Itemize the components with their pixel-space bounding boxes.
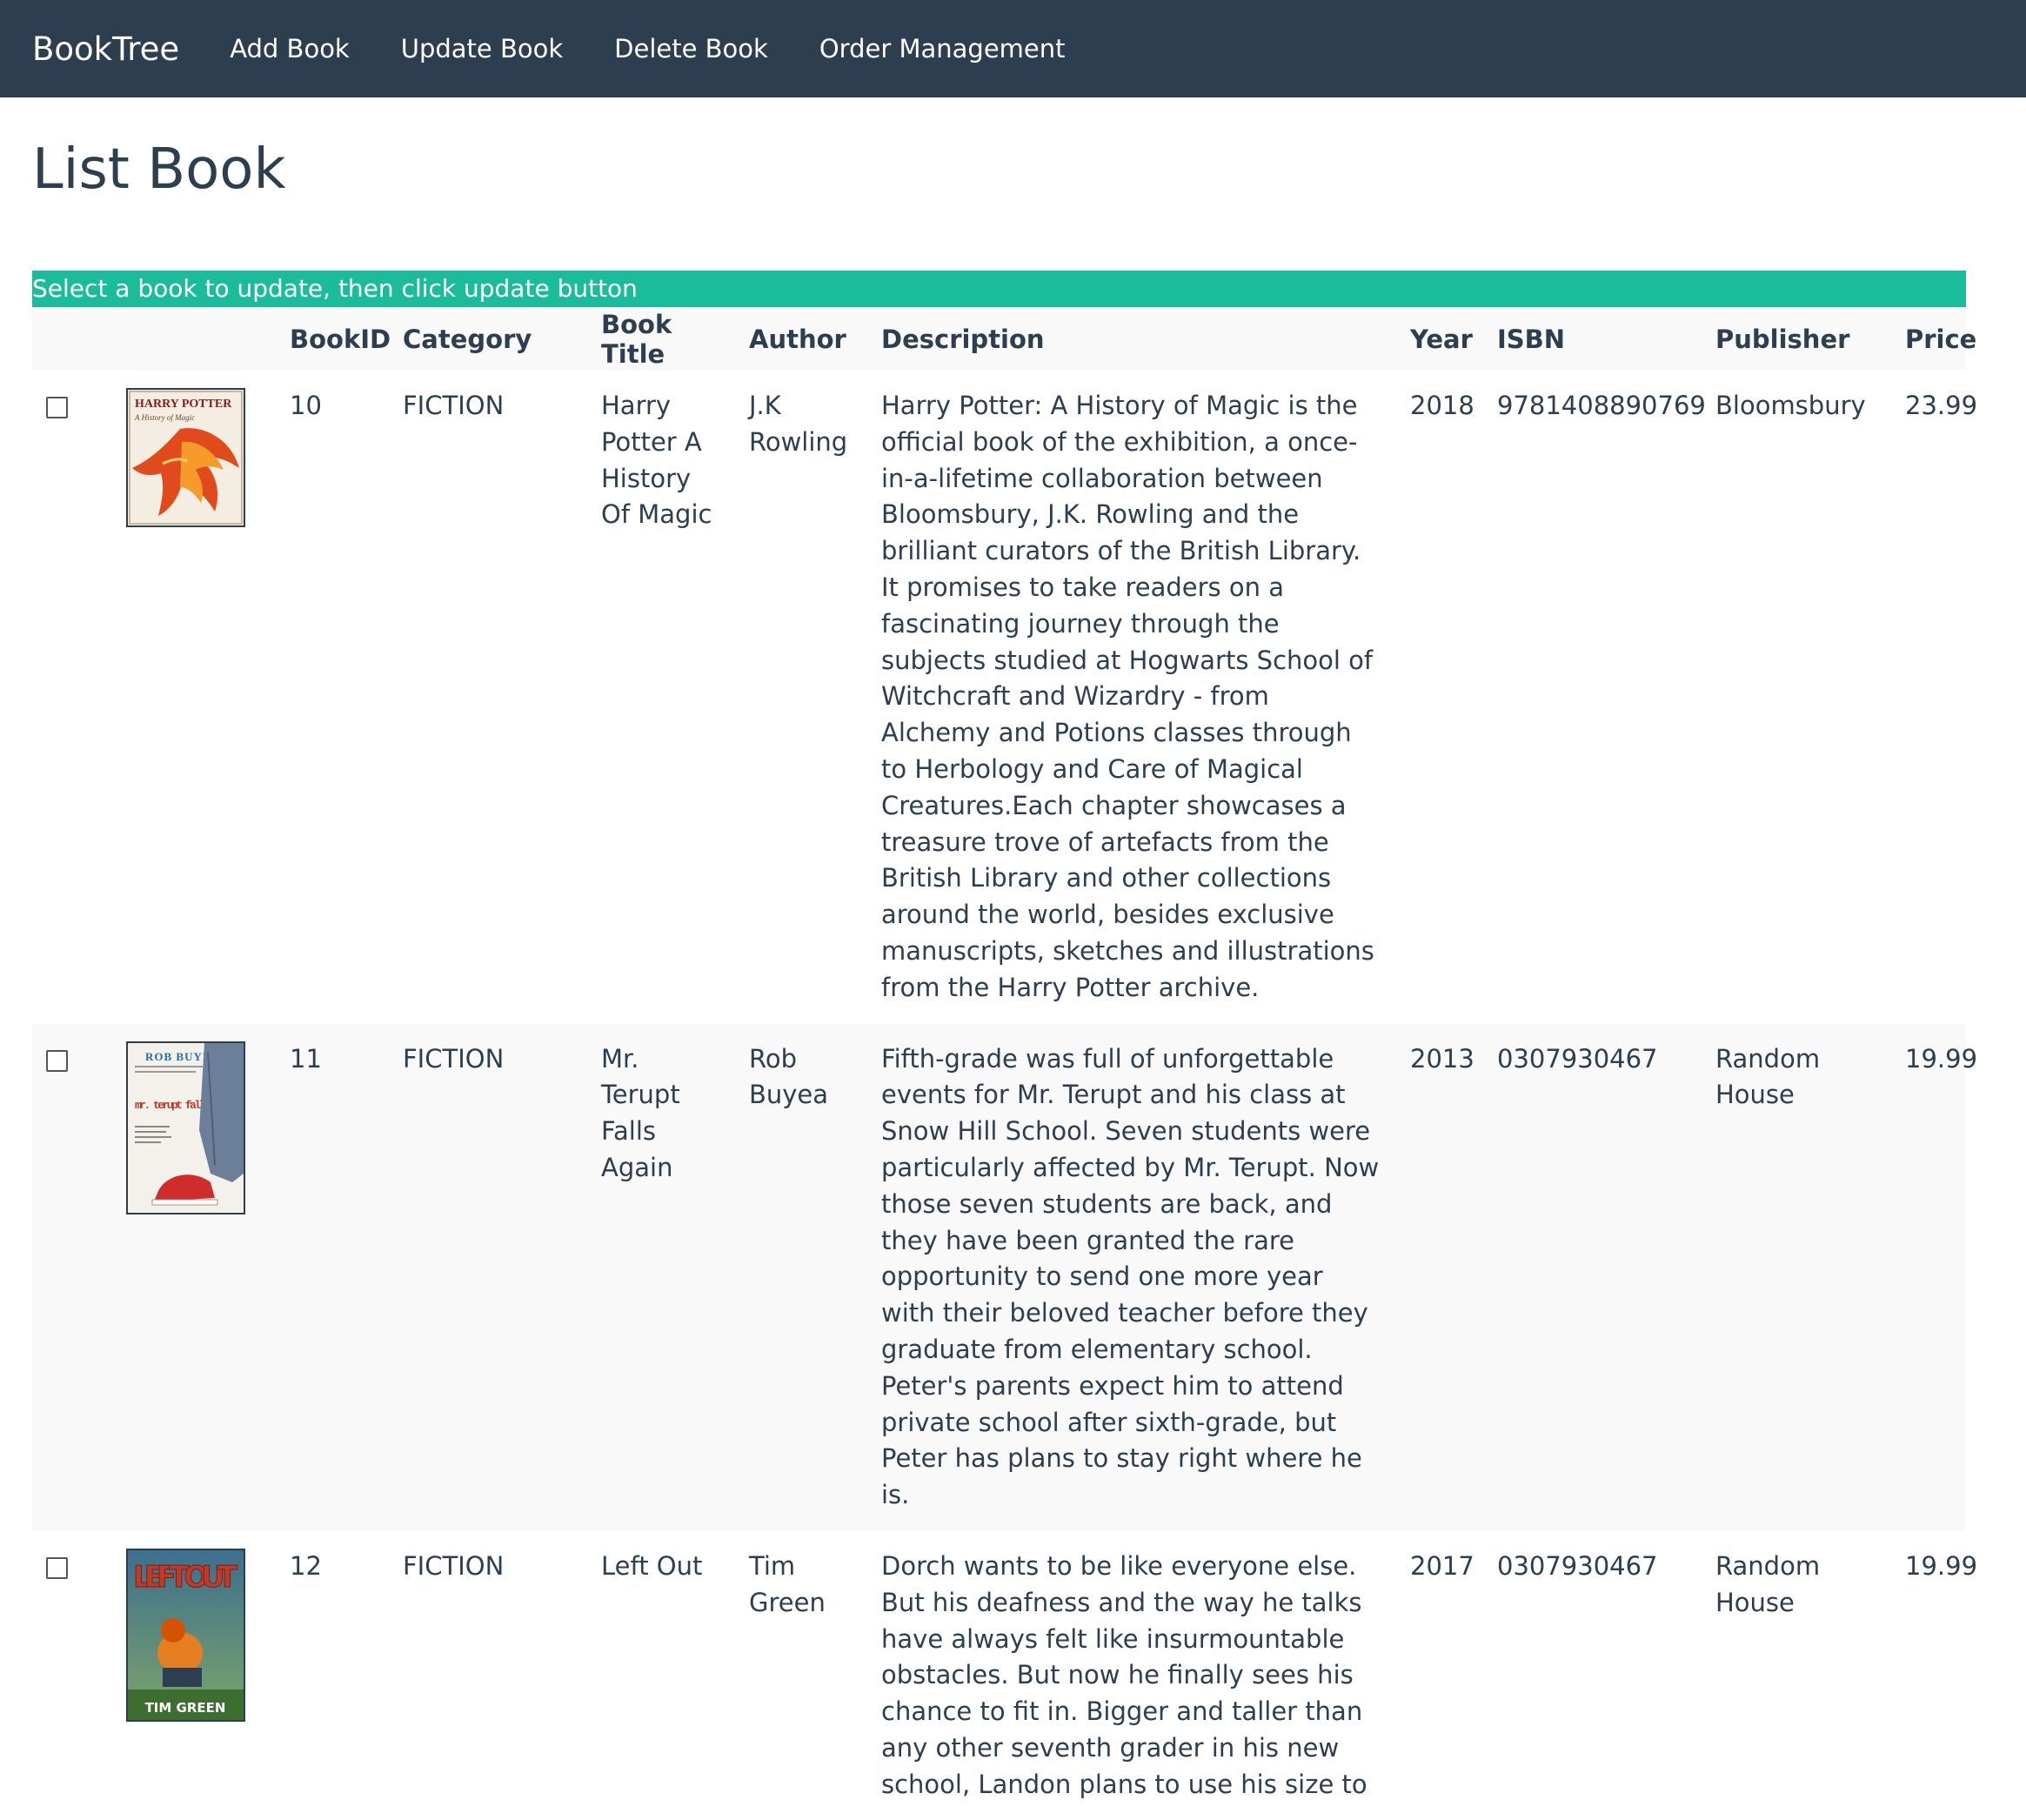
cell-publisher: Random House — [1715, 1043, 1821, 1110]
header-publisher: Publisher — [1715, 324, 1850, 354]
table-header-row: BookID Category Book Title Author Descri… — [32, 307, 1977, 371]
cell-description: Fifth-grade was full of unforgettable ev… — [881, 1043, 1380, 1510]
brand-link[interactable]: BookTree — [32, 30, 179, 68]
cell-price: 19.99 — [1905, 1043, 1978, 1074]
header-price: Price — [1905, 324, 1977, 354]
row-select-checkbox[interactable] — [46, 397, 68, 418]
cell-isbn: 9781408890769 — [1497, 391, 1706, 420]
cover-author-text: TIM GREEN — [145, 1700, 226, 1716]
cell-book-title: Mr. Terupt Falls Again — [601, 1043, 680, 1182]
nav-delete-book[interactable]: Delete Book — [614, 34, 768, 64]
nav-order-management[interactable]: Order Management — [819, 34, 1066, 64]
cell-author: J.K Rowling — [749, 391, 848, 457]
header-year: Year — [1410, 324, 1473, 354]
cover-title-text: HARRY POTTER — [135, 398, 232, 411]
cover-subtitle-text: A History of Magic — [134, 413, 195, 422]
cover-title-text: LEFT OUT — [133, 1560, 238, 1595]
cell-price: 23.99 — [1905, 391, 1978, 420]
cell-year: 2013 — [1410, 1043, 1474, 1074]
cell-isbn: 0307930467 — [1497, 1043, 1658, 1074]
book-cover-image: HARRY POTTER A History of Magic — [126, 388, 245, 527]
nav-add-book[interactable]: Add Book — [230, 34, 350, 64]
top-navbar: BookTree Add Book Update Book Delete Boo… — [0, 0, 2026, 97]
cell-author: Rob Buyea — [749, 1043, 829, 1110]
cell-description: Dorch wants to be like everyone else. Bu… — [881, 1550, 1367, 1799]
cell-year: 2018 — [1410, 391, 1474, 420]
header-bookid: BookID — [290, 324, 391, 354]
book-cover-image: ROB BUYEA mr. terupt falls again — [126, 1040, 245, 1214]
header-description: Description — [881, 324, 1045, 354]
page-title: List Book — [32, 137, 286, 202]
table-row[interactable]: ROB BUYEA mr. terupt falls again — [32, 1023, 1978, 1531]
cell-bookid: 10 — [290, 391, 322, 420]
nav-update-book[interactable]: Update Book — [401, 34, 563, 64]
header-author: Author — [749, 324, 846, 354]
header-category: Category — [403, 324, 532, 354]
table-row[interactable]: LEFT OUT TIM GREEN 12 FICTION Left Out T… — [32, 1531, 1978, 1820]
cell-bookid: 11 — [290, 1043, 322, 1074]
header-isbn: ISBN — [1497, 324, 1566, 354]
book-cover-image: LEFT OUT TIM GREEN — [126, 1548, 245, 1722]
cell-isbn: 0307930467 — [1497, 1550, 1658, 1581]
row-select-checkbox[interactable] — [46, 1556, 68, 1579]
cell-category: FICTION — [403, 391, 505, 420]
cell-book-title: Harry Potter A History Of Magic — [601, 391, 712, 530]
book-table: BookID Category Book Title Author Descri… — [32, 307, 1978, 1820]
header-cover — [126, 307, 276, 371]
cell-publisher: Random House — [1715, 1550, 1821, 1617]
cell-category: FICTION — [403, 1550, 505, 1581]
cell-publisher: Bloomsbury — [1715, 391, 1866, 420]
cell-bookid: 12 — [290, 1550, 322, 1581]
cell-book-title: Left Out — [601, 1550, 703, 1581]
header-select — [32, 307, 126, 371]
cell-price: 19.99 — [1905, 1550, 1978, 1581]
instruction-banner: Select a book to update, then click upda… — [32, 271, 1966, 307]
row-select-checkbox[interactable] — [46, 1049, 68, 1072]
cell-description: Harry Potter: A History of Magic is the … — [881, 391, 1374, 1002]
header-book-title: Book Title — [601, 309, 672, 369]
cell-category: FICTION — [403, 1043, 505, 1074]
cell-author: Tim Green — [749, 1550, 826, 1617]
table-row[interactable]: HARRY POTTER A History of Magic 10 FICTI… — [32, 371, 1978, 1024]
cell-year: 2017 — [1410, 1550, 1474, 1581]
